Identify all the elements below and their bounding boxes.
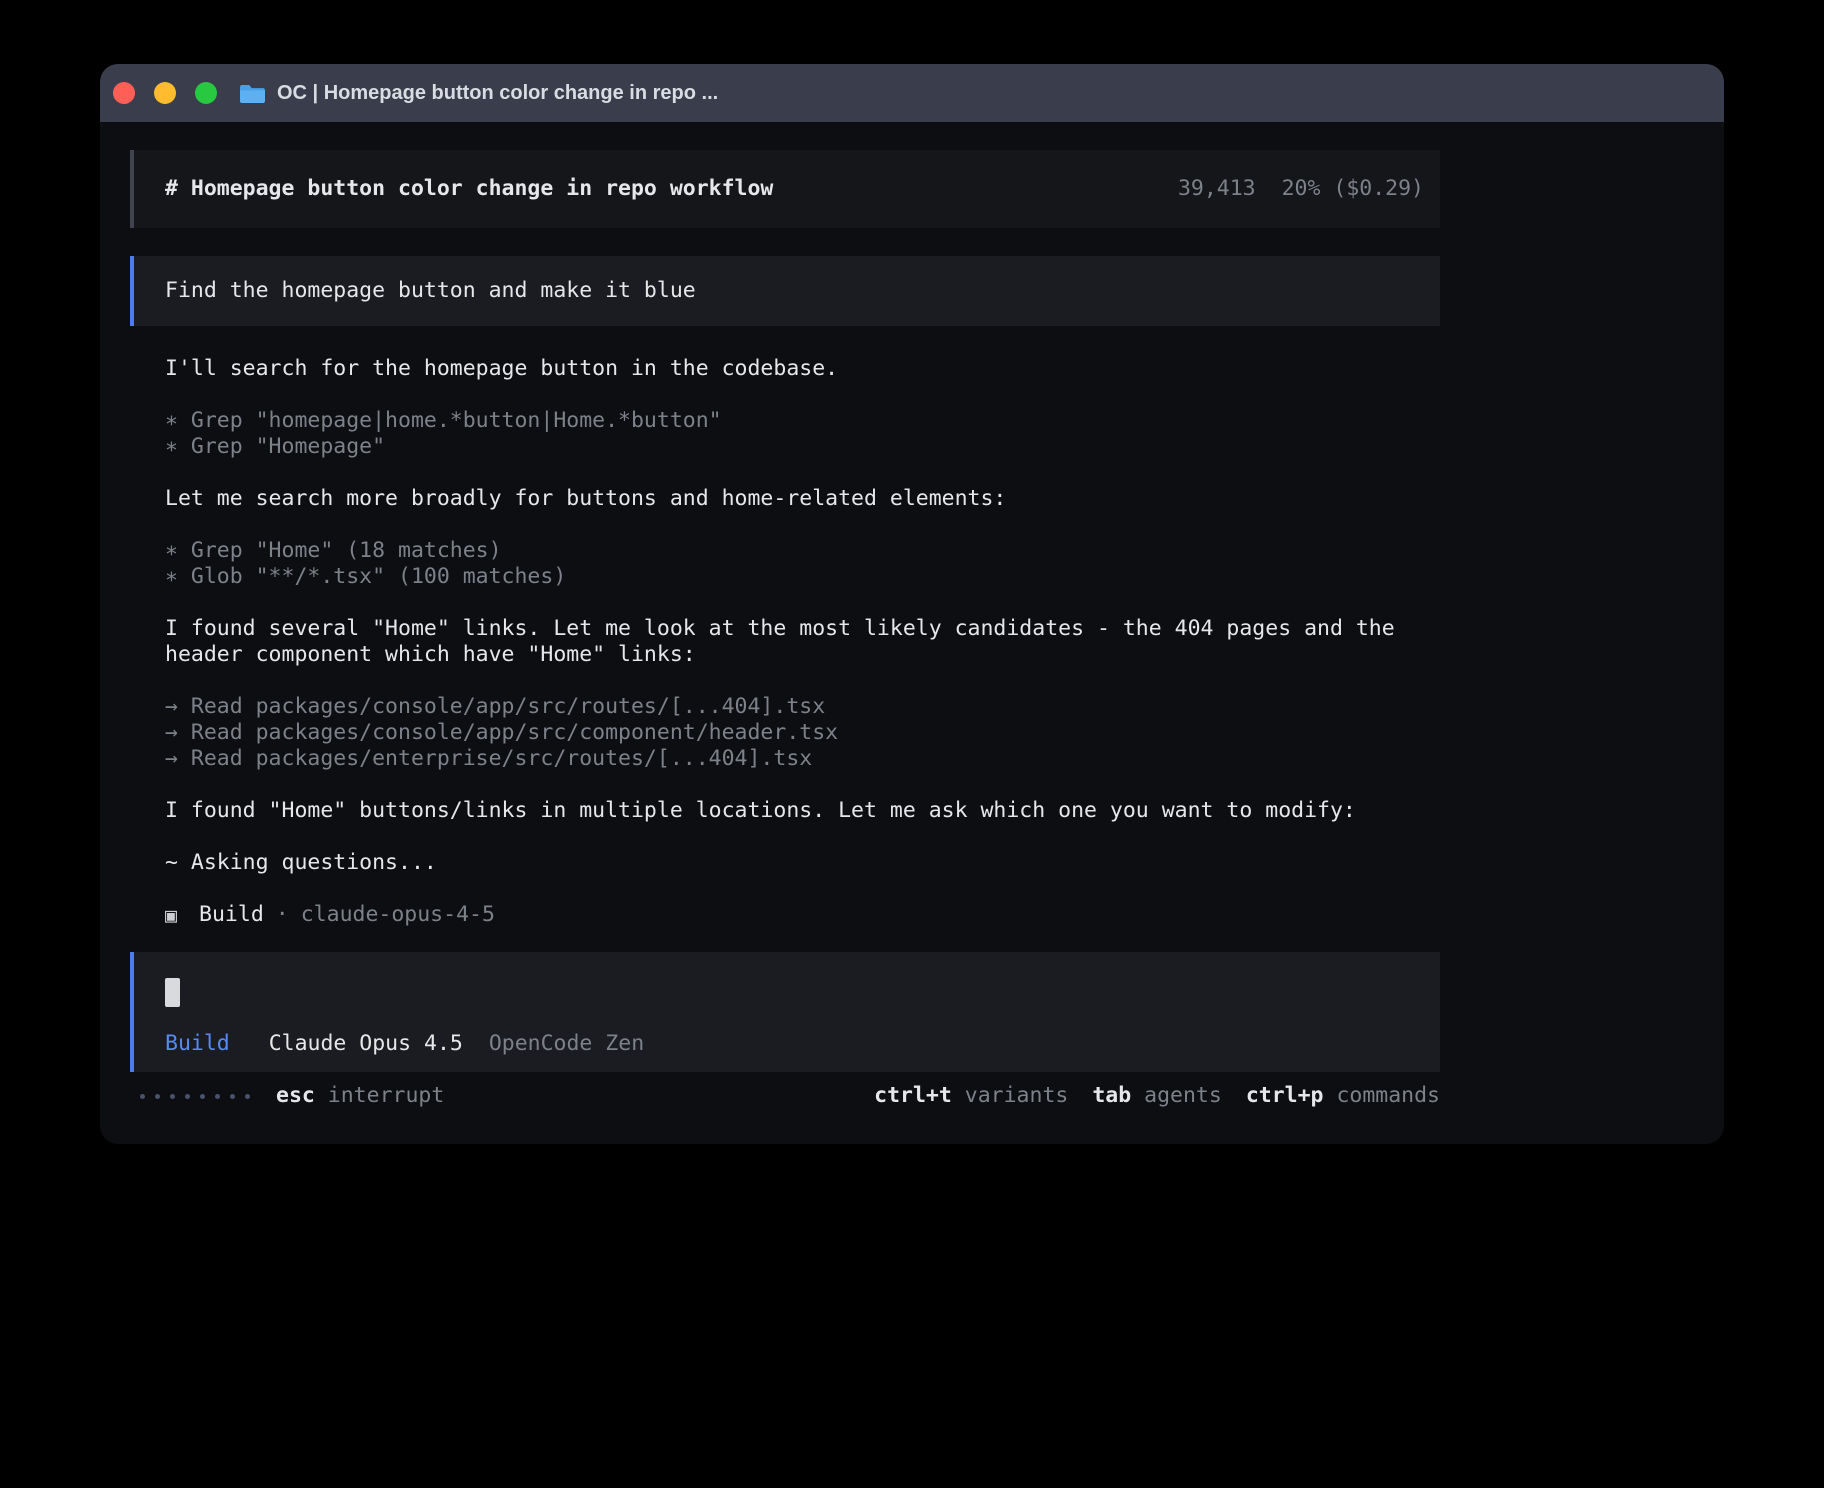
agent-name: Build: [199, 902, 264, 928]
hint-agents: tab agents: [1092, 1083, 1221, 1109]
hint-commands: ctrl+p commands: [1246, 1083, 1440, 1109]
key-ctrl-p: ctrl+p: [1246, 1083, 1324, 1108]
status-bar: esc interrupt ctrl+t variants tab agents…: [130, 1083, 1440, 1109]
context-usage: 20% ($0.29): [1282, 176, 1424, 202]
tool-call-read: → Read packages/console/app/src/componen…: [165, 720, 1440, 746]
prompt-input[interactable]: Build Claude Opus 4.5 OpenCode Zen: [130, 952, 1440, 1072]
spinner-dot: [245, 1094, 250, 1099]
tool-call-grep: ∗ Grep "homepage|home.*button|Home.*butt…: [165, 408, 1440, 434]
titlebar: OC | Homepage button color change in rep…: [100, 64, 1724, 122]
model-label[interactable]: Claude Opus 4.5: [269, 1031, 463, 1056]
tool-call-read: → Read packages/console/app/src/routes/[…: [165, 694, 1440, 720]
agent-model: claude-opus-4-5: [301, 902, 495, 928]
terminal-screen: # Homepage button color change in repo w…: [100, 122, 1724, 1109]
tool-call-glob: ∗ Glob "**/*.tsx" (100 matches): [165, 564, 1440, 590]
spinner-dot: [155, 1094, 160, 1099]
spinner-dots: [140, 1094, 250, 1099]
token-count: 39,413: [1178, 176, 1256, 202]
close-button[interactable]: [113, 82, 135, 104]
spinner-dot: [140, 1094, 145, 1099]
tool-call-grep: ∗ Grep "Homepage": [165, 434, 1440, 460]
tool-call-grep: ∗ Grep "Home" (18 matches): [165, 538, 1440, 564]
provider-label: OpenCode Zen: [489, 1031, 644, 1056]
spinner-dot: [215, 1094, 220, 1099]
key-tab: tab: [1092, 1083, 1131, 1108]
traffic-lights: [113, 82, 217, 104]
text-cursor: [165, 978, 180, 1007]
key-esc: esc: [276, 1083, 315, 1108]
hint-variants: ctrl+t variants: [874, 1083, 1068, 1109]
spinner-dot: [170, 1094, 175, 1099]
assistant-text: I'll search for the homepage button in t…: [165, 356, 1440, 382]
assistant-text: I found "Home" buttons/links in multiple…: [165, 798, 1440, 824]
tool-call-read: → Read packages/enterprise/src/routes/[.…: [165, 746, 1440, 772]
spinner-dot: [230, 1094, 235, 1099]
assistant-text: I found several "Home" links. Let me loo…: [165, 616, 1440, 668]
terminal-window: OC | Homepage button color change in rep…: [100, 64, 1724, 1144]
spinner-dot: [200, 1094, 205, 1099]
session-stats: 39,413 20% ($0.29): [1178, 176, 1424, 202]
assistant-transcript: I'll search for the homepage button in t…: [130, 356, 1440, 876]
assistant-status-text: ~ Asking questions...: [165, 850, 1440, 876]
assistant-text: Let me search more broadly for buttons a…: [165, 486, 1440, 512]
agent-icon: ▣: [165, 902, 177, 928]
spinner-dot: [185, 1094, 190, 1099]
zoom-button[interactable]: [195, 82, 217, 104]
user-message: Find the homepage button and make it blu…: [130, 256, 1440, 326]
hint-interrupt: esc interrupt: [276, 1083, 444, 1109]
key-ctrl-t: ctrl+t: [874, 1083, 952, 1108]
window-title: OC | Homepage button color change in rep…: [277, 82, 718, 105]
folder-icon: [239, 82, 266, 104]
separator-dot: ·: [276, 902, 289, 928]
user-message-text: Find the homepage button and make it blu…: [165, 278, 696, 304]
minimize-button[interactable]: [154, 82, 176, 104]
mode-label[interactable]: Build: [165, 1031, 230, 1056]
input-meta: Build Claude Opus 4.5 OpenCode Zen: [165, 1031, 1440, 1057]
session-title: # Homepage button color change in repo w…: [165, 176, 773, 202]
session-header: # Homepage button color change in repo w…: [130, 150, 1440, 228]
agent-status-line: ▣ Build · claude-opus-4-5: [130, 902, 1440, 928]
